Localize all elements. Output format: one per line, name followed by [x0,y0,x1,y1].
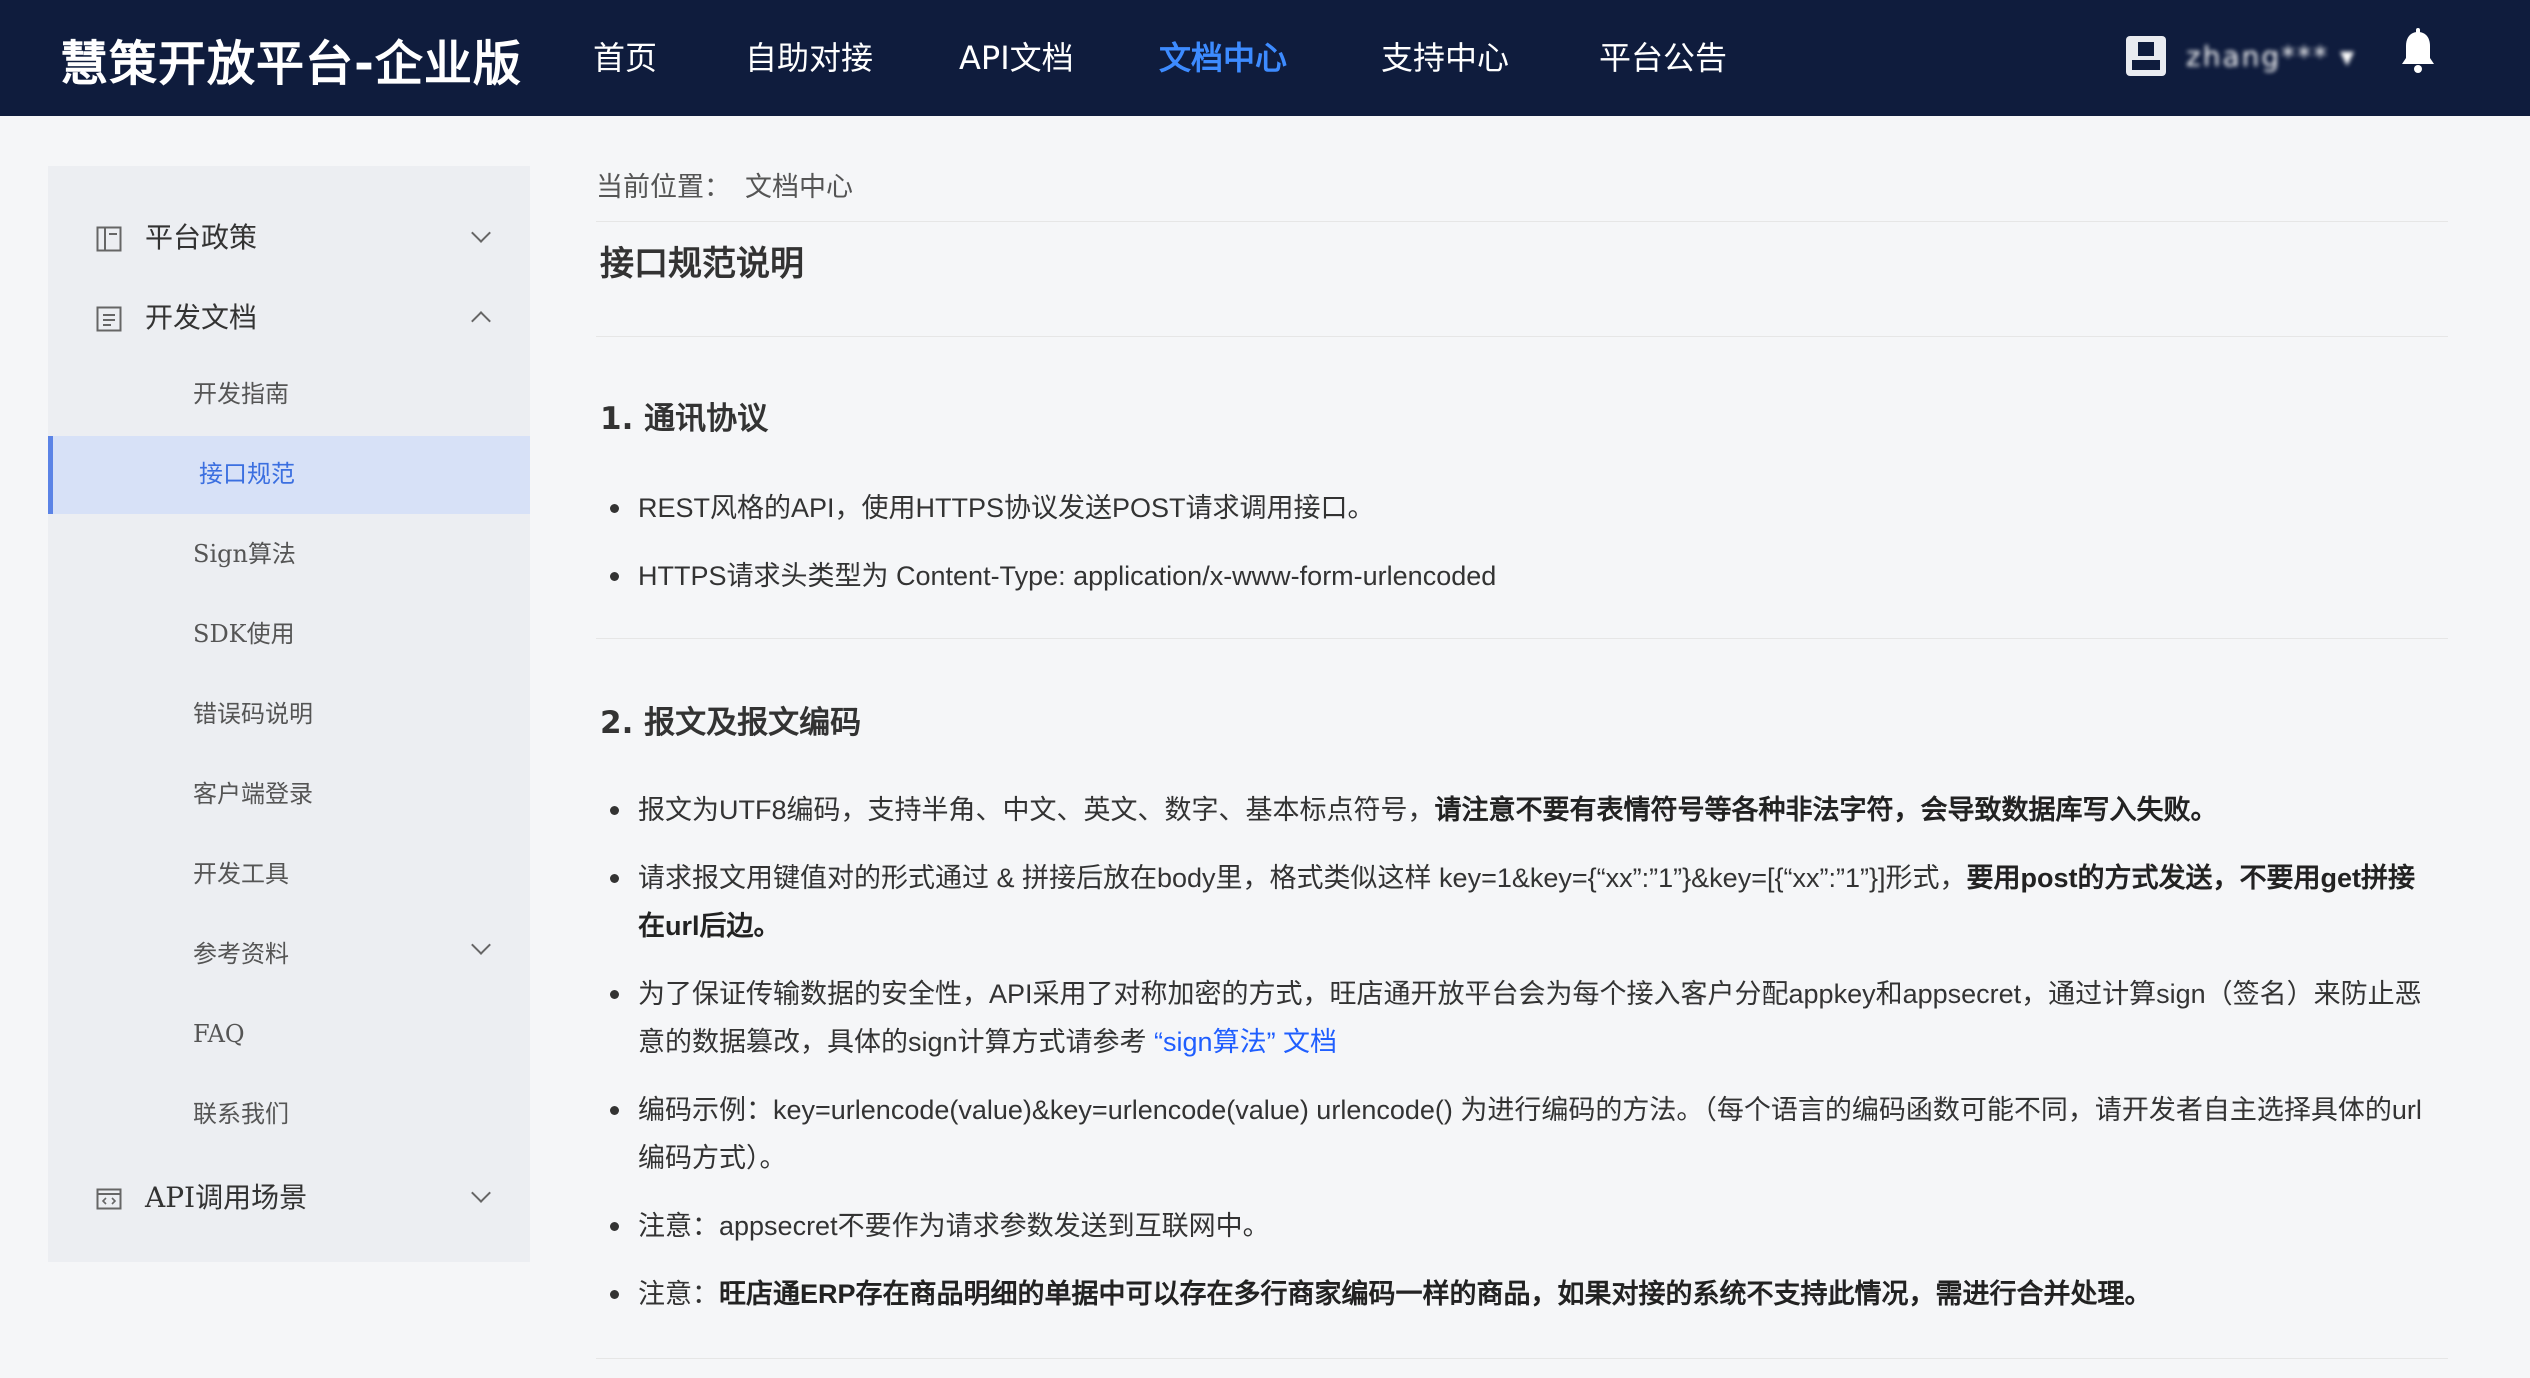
sidebar-item-label: Sign算法 [193,540,296,568]
sidebar-group-label: 平台政策 [145,221,258,254]
divider [596,638,2448,639]
sidebar-item-sdk-usage[interactable]: SDK使用 [48,596,530,674]
sidebar-item-references[interactable]: 参考资料 [48,916,530,994]
nav-announcements[interactable]: 平台公告 [1599,36,1727,80]
nav-support-center[interactable]: 支持中心 [1381,36,1509,80]
sign-algorithm-doc-link[interactable]: “sign算法” 文档 [1154,1027,1337,1057]
divider [596,1358,2448,1359]
section-title-message-encoding: 2. 报文及报文编码 [600,705,862,741]
list-item-text: 注意：appsecret不要作为请求参数发送到互联网中。 [638,1211,1270,1241]
sidebar-item-label: 客户端登录 [193,780,313,808]
sidebar-group-dev-docs[interactable]: 开发文档 [48,286,530,350]
chevron-down-icon[interactable] [471,935,491,955]
nav-home[interactable]: 首页 [593,36,657,80]
main-content: 当前位置： 文档中心 接口规范说明 1. 通讯协议 REST风格的API，使用HT… [596,166,2448,1378]
section-title-protocol: 1. 通讯协议 [600,401,769,437]
list-item: 编码示例：key=urlencode(value)&key=urlencode(… [610,1086,2440,1182]
list-item: 注意：appsecret不要作为请求参数发送到互联网中。 [610,1202,2440,1250]
sidebar-item-label: SDK使用 [193,620,295,648]
sidebar-item-label: 开发工具 [193,860,289,888]
list-item-text: REST风格的API，使用HTTPS协议发送POST请求调用接口。 [638,493,1375,523]
list-item-text-group: 报文为UTF8编码，支持半角、中文、英文、数字、基本标点符号，请注意不要有表情符… [638,786,2440,834]
sidebar-item-error-codes[interactable]: 错误码说明 [48,676,530,754]
list-item: 注意：旺店通ERP存在商品明细的单据中可以存在多行商家编码一样的商品，如果对接的… [610,1270,2440,1318]
policy-icon [96,226,122,252]
brand-logo-text[interactable]: 慧策开放平台-企业版 [60,24,522,94]
list-item-text: 请求报文用键值对的形式通过 & 拼接后放在body里，格式类似这样 key=1&… [638,863,1967,893]
sidebar-item-sign-algorithm[interactable]: Sign算法 [48,516,530,594]
nav-self-integration[interactable]: 自助对接 [745,36,873,80]
list-item-text-group: 为了保证传输数据的安全性，API采用了对称加密的方式，旺店通开放平台会为每个接入… [638,970,2440,1066]
breadcrumb-current[interactable]: 文档中心 [745,172,853,203]
sidebar-item-faq[interactable]: FAQ [48,996,530,1074]
list-item-bold-text: 旺店通ERP存在商品明细的单据中可以存在多行商家编码一样的商品，如果对接的系统不… [719,1279,2152,1309]
sidebar-item-label: 参考资料 [193,940,289,968]
list-item: HTTPS请求头类型为 Content-Type: application/x-… [610,552,2440,600]
user-menu[interactable]: zhang*** ▾ [2120,28,2520,88]
list-item-text-group: 请求报文用键值对的形式通过 & 拼接后放在body里，格式类似这样 key=1&… [638,854,2440,950]
list-item-text: 注意： [638,1279,719,1309]
list-item: REST风格的API，使用HTTPS协议发送POST请求调用接口。 [610,484,2440,532]
sidebar-item-label: 联系我们 [193,1100,289,1128]
page-title: 接口规范说明 [600,244,804,284]
sidebar-item-label: 开发指南 [193,380,289,408]
sidebar-item-contact-us[interactable]: 联系我们 [48,1076,530,1154]
list-item: 请求报文用键值对的形式通过 & 拼接后放在body里，格式类似这样 key=1&… [610,854,2440,950]
sidebar-item-label: FAQ [193,1020,245,1048]
sidebar: 平台政策 开发文档 开发指南 接口规范 Sign算法 SDK使用 错误码说明 客… [48,166,530,1262]
list-item-text-group: 注意：旺店通ERP存在商品明细的单据中可以存在多行商家编码一样的商品，如果对接的… [638,1270,2440,1318]
list-item: 报文为UTF8编码，支持半角、中文、英文、数字、基本标点符号，请注意不要有表情符… [610,786,2440,834]
sidebar-group-label: API调用场景 [145,1181,308,1214]
sidebar-item-interface-spec[interactable]: 接口规范 [48,436,530,514]
list-item-text: 编码示例：key=urlencode(value)&key=urlencode(… [638,1095,2422,1173]
sidebar-item-label: 错误码说明 [193,700,313,728]
divider [596,336,2448,337]
chevron-down-icon[interactable] [471,223,491,243]
sidebar-item-dev-tools[interactable]: 开发工具 [48,836,530,914]
breadcrumb-prefix: 当前位置： [596,172,731,203]
sidebar-group-platform-policy[interactable]: 平台政策 [48,206,530,270]
top-navbar: 慧策开放平台-企业版 首页 自助对接 API文档 文档中心 支持中心 平台公告 … [0,0,2530,116]
list-item-text: HTTPS请求头类型为 Content-Type: application/x-… [638,561,1497,591]
sidebar-item-client-login[interactable]: 客户端登录 [48,756,530,834]
bell-icon[interactable] [2398,28,2438,76]
chevron-down-icon[interactable] [471,1183,491,1203]
document-icon [96,306,122,332]
list-item-text: 报文为UTF8编码，支持半角、中文、英文、数字、基本标点符号， [638,795,1435,825]
sidebar-group-label: 开发文档 [145,301,258,334]
list-item-text: 为了保证传输数据的安全性，API采用了对称加密的方式，旺店通开放平台会为每个接入… [638,979,2422,1057]
sidebar-group-api-scenarios[interactable]: API调用场景 [48,1166,530,1230]
api-code-icon [96,1188,122,1210]
list-item-bold-text: 请注意不要有表情符号等各种非法字符，会导致数据库写入失败。 [1434,795,2218,825]
sidebar-item-dev-guide[interactable]: 开发指南 [48,356,530,434]
list-item: 为了保证传输数据的安全性，API采用了对称加密的方式，旺店通开放平台会为每个接入… [610,970,2440,1066]
breadcrumb: 当前位置： 文档中心 [596,166,853,210]
nav-doc-center[interactable]: 文档中心 [1159,36,1287,80]
chevron-up-icon[interactable] [471,311,491,331]
avatar-icon[interactable] [2126,36,2166,76]
sidebar-item-label: 接口规范 [199,460,295,488]
divider [596,221,2448,222]
nav-api-docs[interactable]: API文档 [959,36,1074,80]
username[interactable]: zhang*** ▾ [2186,40,2356,73]
